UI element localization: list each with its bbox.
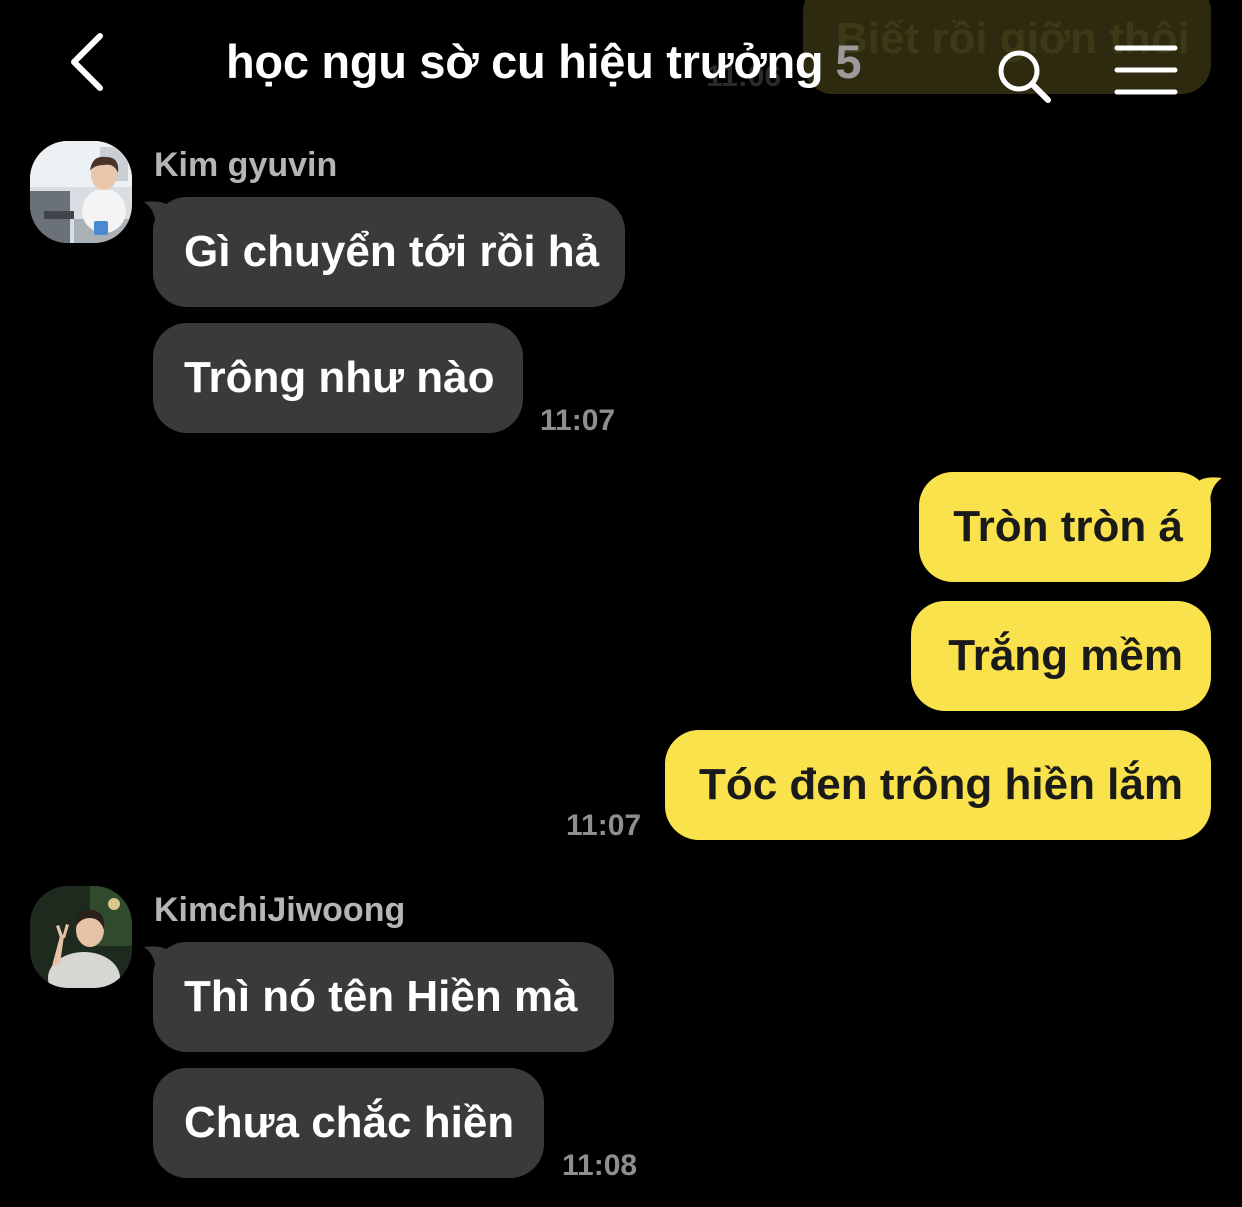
sender-name: KimchiJiwoong — [154, 891, 406, 929]
sender-name: Kim gyuvin — [154, 146, 338, 184]
search-button[interactable] — [994, 46, 1054, 106]
message-bubble[interactable]: Trắng mềm — [911, 601, 1211, 711]
message-text: Gì chuyển tới rồi hả — [184, 227, 600, 276]
message-time: 11:07 — [566, 809, 642, 842]
profile-photo — [30, 886, 132, 988]
search-icon — [998, 50, 1051, 103]
message-bubble[interactable]: Thì nó tên Hiền mà — [153, 942, 614, 1052]
message-bubble[interactable]: Trông như nào — [153, 323, 523, 433]
chat-title-text: học ngu sờ cu hiệu trưởng — [226, 35, 824, 88]
message-text: Thì nó tên Hiền mà — [184, 972, 578, 1021]
message-time: 11:07 — [540, 404, 616, 437]
avatar-kim-gyuvin[interactable] — [30, 141, 132, 243]
message-bubble[interactable]: Chưa chắc hiền — [153, 1068, 544, 1178]
message-bubble[interactable]: Tròn tròn á — [919, 472, 1211, 582]
message-bubble[interactable]: Tóc đen trông hiền lắm — [665, 730, 1211, 840]
message-text: Trông như nào — [184, 353, 495, 402]
message-text: Chưa chắc hiền — [184, 1098, 515, 1147]
member-count: 5 — [835, 35, 862, 88]
back-button[interactable] — [62, 30, 122, 94]
message-text: Tóc đen trông hiền lắm — [698, 760, 1183, 809]
chat-title: học ngu sờ cu hiệu trưởng 5 — [226, 34, 861, 89]
avatar-kimchijiwoong[interactable] — [30, 886, 132, 988]
menu-button[interactable] — [1114, 44, 1178, 96]
chevron-left-icon — [71, 33, 103, 91]
message-text: Trắng mềm — [948, 631, 1183, 680]
hamburger-menu-icon — [1114, 45, 1178, 95]
message-time: 11:08 — [562, 1149, 638, 1182]
profile-photo — [30, 141, 132, 243]
chat-header: học ngu sờ cu hiệu trưởng 5 — [0, 0, 1242, 130]
message-text: Tròn tròn á — [953, 502, 1183, 551]
message-bubble[interactable]: Gì chuyển tới rồi hả — [153, 197, 625, 307]
